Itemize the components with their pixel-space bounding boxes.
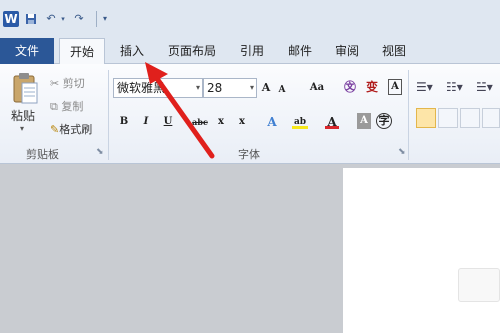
phonetic-button[interactable]: 变 — [364, 78, 380, 96]
group-separator — [108, 70, 109, 160]
copy-button[interactable]: ⧉ 复制 — [50, 98, 83, 114]
character-shading-button[interactable]: A — [357, 113, 371, 129]
change-case-button[interactable]: Aa — [307, 79, 327, 97]
shrink-font-button[interactable]: A — [276, 81, 288, 99]
group-separator — [408, 70, 409, 160]
word-app-icon[interactable]: W — [3, 11, 19, 27]
cut-label: 剪切 — [62, 77, 85, 90]
tab-home[interactable]: 开始 — [59, 38, 105, 65]
scissors-icon: ✂ — [50, 77, 63, 90]
paste-icon[interactable] — [11, 72, 39, 106]
floating-element — [458, 268, 500, 302]
tab-review[interactable]: 审阅 — [329, 38, 365, 64]
font-color-button[interactable]: A — [325, 113, 339, 129]
document-page[interactable] — [343, 168, 500, 333]
tab-page-layout[interactable]: 页面布局 — [163, 38, 221, 64]
cut-button[interactable]: ✂ 剪切 — [50, 75, 85, 91]
copy-label: 复制 — [61, 100, 84, 113]
redo-icon[interactable]: ↷ — [72, 11, 86, 27]
superscript-button[interactable]: x — [235, 113, 249, 131]
brush-icon: ✎ — [50, 123, 60, 136]
highlight-color-button[interactable]: ab — [292, 113, 308, 129]
qat-separator — [96, 11, 97, 27]
undo-icon[interactable]: ↶ — [44, 11, 58, 27]
paste-dropdown-icon[interactable]: ▾ — [20, 124, 24, 133]
clipboard-group-label: 剪贴板 — [26, 148, 59, 161]
numbering-icon[interactable]: ☷▾ — [446, 80, 463, 94]
undo-dropdown-icon[interactable]: ▾ — [58, 11, 68, 27]
character-border-button[interactable]: A — [388, 79, 402, 95]
tab-references[interactable]: 引用 — [234, 38, 270, 64]
italic-button[interactable]: I — [140, 113, 152, 131]
font-size-combo[interactable]: 28 ▾ — [203, 78, 257, 98]
underline-button[interactable]: U — [162, 113, 174, 131]
save-icon[interactable] — [24, 11, 38, 27]
font-launcher-icon[interactable]: ⬊ — [398, 147, 406, 157]
customize-qat-icon[interactable]: ▾ — [100, 11, 110, 27]
chevron-down-icon[interactable]: ▾ — [250, 79, 254, 97]
tab-view[interactable]: 视图 — [376, 38, 412, 64]
multilevel-list-icon[interactable]: ☱▾ — [476, 80, 493, 94]
font-name-combo[interactable]: 微软雅黑 ▾ — [113, 78, 203, 98]
format-painter-label: 格式刷 — [59, 123, 93, 136]
font-size-value: 28 — [207, 81, 223, 95]
copy-icon: ⧉ — [50, 100, 62, 113]
clipboard-launcher-icon[interactable]: ⬊ — [96, 147, 104, 157]
align-left-icon[interactable] — [416, 108, 436, 128]
bullets-icon[interactable]: ☰▾ — [416, 80, 433, 94]
bold-button[interactable]: B — [118, 113, 130, 131]
font-group-label: 字体 — [238, 148, 260, 161]
subscript-button[interactable]: x — [214, 113, 228, 131]
enclose-characters-button[interactable]: 字 — [376, 113, 392, 129]
align-right-icon[interactable] — [460, 108, 480, 128]
justify-icon[interactable] — [482, 108, 500, 128]
format-painter-button[interactable]: ✎格式刷 — [50, 121, 92, 137]
font-name-value: 微软雅黑 — [117, 81, 166, 95]
tab-insert[interactable]: 插入 — [113, 38, 151, 64]
chevron-down-icon[interactable]: ▾ — [196, 79, 200, 97]
paste-button[interactable]: 粘贴 — [11, 107, 35, 124]
align-center-icon[interactable] — [438, 108, 458, 128]
pinyin-guide-button[interactable]: ㉆ — [342, 78, 358, 96]
tab-file[interactable]: 文件 — [0, 38, 54, 64]
strikethrough-button[interactable]: abc — [190, 113, 210, 131]
tab-mailings[interactable]: 邮件 — [282, 38, 318, 64]
grow-font-button[interactable]: A — [259, 79, 273, 97]
text-effects-button[interactable]: A — [265, 113, 279, 131]
